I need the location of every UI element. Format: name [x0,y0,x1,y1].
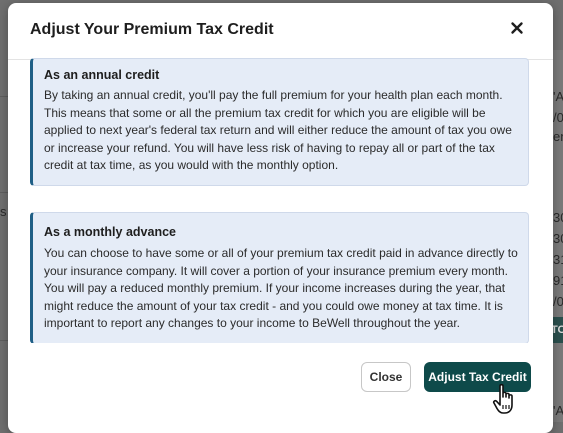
card-heading: As a monthly advance [44,225,176,239]
bg-text: 314 [553,252,563,267]
close-icon[interactable] [509,20,525,36]
card-text: By taking an annual credit, you'll pay t… [44,88,512,173]
close-button[interactable]: Close [361,362,411,392]
modal-footer: Close Adjust Tax Credit [8,343,553,423]
annual-credit-card: As an annual credit By taking an annual … [30,58,529,186]
monthly-advance-card: As a monthly advance You can choose to h… [30,212,529,344]
bg-text: en [553,129,563,144]
bg-text: 30 [553,210,563,225]
bg-text: 91 [553,273,563,288]
bg-text: s [0,204,7,219]
bg-text: /0 [553,294,563,309]
bg-text: 'A [553,403,563,418]
card-text: You can choose to have some or all of yo… [44,246,518,331]
modal-title: Adjust Your Premium Tax Credit [30,21,274,38]
card-heading: As an annual credit [44,68,160,82]
bg-text: 30 [553,231,563,246]
hand-cursor-icon [492,383,518,417]
bg-text: /0 [553,110,563,125]
modal-body: As an annual credit By taking an annual … [8,58,553,344]
bg-text: 'A [553,89,563,104]
modal-header: Adjust Your Premium Tax Credit [8,3,553,60]
tax-credit-modal: Adjust Your Premium Tax Credit As an ann… [8,3,553,433]
